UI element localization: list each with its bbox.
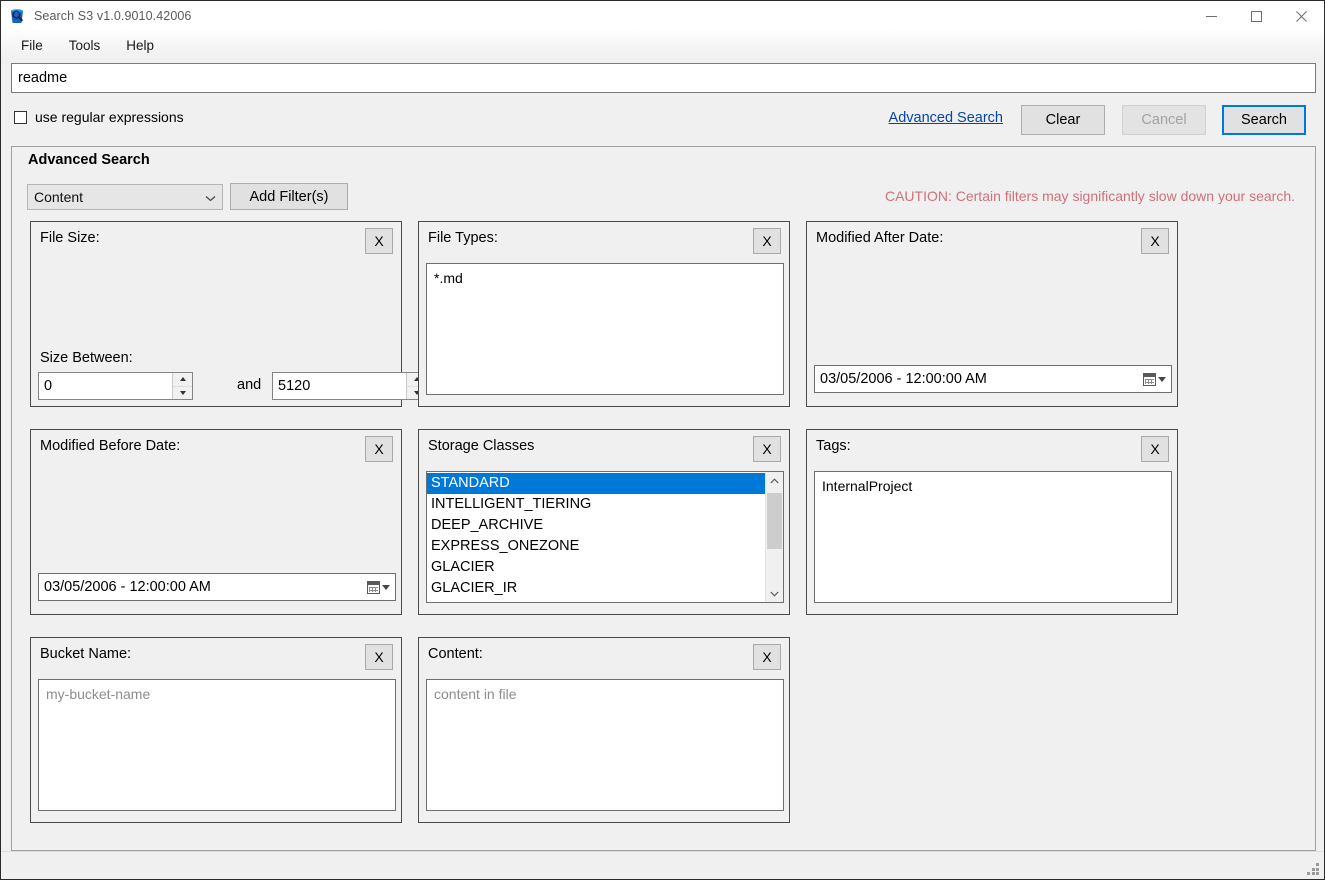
use-regex-checkbox[interactable]: use regular expressions (14, 109, 184, 125)
panel-title-modified-before: Modified Before Date: (40, 438, 181, 454)
filter-panel-modified-before: Modified Before Date: X 03/05/2006 - 12:… (30, 429, 402, 615)
scroll-up-icon[interactable] (766, 472, 783, 489)
storage-classes-scrollbar[interactable] (765, 472, 783, 602)
menu-item-tools[interactable]: Tools (59, 36, 111, 56)
calendar-icon (367, 580, 380, 594)
use-regex-label: use regular expressions (35, 109, 184, 125)
list-item[interactable]: STANDARD (427, 473, 765, 494)
modified-after-date-picker[interactable]: 03/05/2006 - 12:00:00 AM (814, 365, 1172, 393)
filter-panel-content: Content: X content in file (418, 637, 790, 823)
scrollbar-track[interactable] (766, 489, 783, 585)
list-item[interactable]: DEEP_ARCHIVE (427, 515, 765, 536)
remove-filter-modified-after[interactable]: X (1141, 228, 1169, 254)
panel-title-content: Content: (428, 646, 483, 662)
and-label: and (237, 377, 262, 393)
file-size-min-arrows[interactable] (172, 373, 192, 399)
storage-classes-listbox[interactable]: STANDARD INTELLIGENT_TIERING DEEP_ARCHIV… (426, 471, 784, 603)
file-size-max-value: 5120 (278, 378, 311, 394)
calendar-icon (1143, 372, 1156, 386)
app-icon (8, 7, 26, 25)
checkbox-icon (14, 110, 27, 124)
filter-panel-tags: Tags: X InternalProject (806, 429, 1178, 615)
file-types-input[interactable]: *.md (426, 263, 784, 395)
menu-bar: File Tools Help (1, 31, 1324, 61)
remove-filter-file-size[interactable]: X (365, 228, 393, 254)
remove-filter-bucket-name[interactable]: X (365, 644, 393, 670)
file-size-min-value: 0 (44, 378, 53, 394)
panel-title-tags: Tags: (816, 438, 851, 454)
tags-input[interactable]: InternalProject (814, 471, 1172, 603)
resize-grip-icon[interactable] (1307, 863, 1320, 876)
remove-filter-storage-classes[interactable]: X (753, 436, 781, 462)
bucket-name-input[interactable]: my-bucket-name (38, 679, 396, 811)
chevron-down-icon (382, 584, 390, 590)
scroll-down-icon[interactable] (766, 585, 783, 602)
size-between-label: Size Between: (40, 350, 133, 366)
chevron-down-icon (205, 189, 216, 205)
menu-item-help[interactable]: Help (116, 36, 164, 56)
list-item[interactable]: GLACIER_IR (427, 578, 765, 599)
panel-title-modified-after: Modified After Date: (816, 230, 944, 246)
search-options-row: use regular expressions Advanced Search … (11, 104, 1316, 138)
menu-item-file[interactable]: File (11, 36, 53, 56)
title-bar: Search S3 v1.0.9010.42006 (1, 1, 1324, 31)
filter-type-value: Content (34, 189, 84, 205)
filter-panel-bucket-name: Bucket Name: X my-bucket-name (30, 637, 402, 823)
app-window: Search S3 v1.0.9010.42006 File Tools Hel… (0, 0, 1325, 880)
search-input[interactable]: readme (11, 63, 1316, 93)
panel-title-storage-classes: Storage Classes (428, 438, 535, 454)
remove-filter-modified-before[interactable]: X (365, 436, 393, 462)
maximize-button[interactable] (1234, 1, 1279, 31)
list-item[interactable]: INTELLIGENT_TIERING (427, 494, 765, 515)
modified-before-date-value: 03/05/2006 - 12:00:00 AM (44, 579, 211, 595)
add-filters-button[interactable]: Add Filter(s) (230, 183, 348, 210)
chevron-down-icon (1158, 376, 1166, 382)
remove-filter-content[interactable]: X (753, 644, 781, 670)
window-controls (1189, 1, 1324, 31)
filter-panel-modified-after: Modified After Date: X 03/05/2006 - 12:0… (806, 221, 1178, 407)
panel-title-bucket-name: Bucket Name: (40, 646, 132, 662)
advanced-search-link[interactable]: Advanced Search (889, 110, 1003, 126)
minimize-button[interactable] (1189, 1, 1234, 31)
scrollbar-thumb[interactable] (767, 493, 782, 549)
remove-filter-tags[interactable]: X (1141, 436, 1169, 462)
modified-after-date-value: 03/05/2006 - 12:00:00 AM (820, 371, 987, 387)
filter-panel-file-types: File Types: X *.md (418, 221, 790, 407)
list-item[interactable]: GLACIER (427, 557, 765, 578)
filter-panel-file-size: File Size: X Size Between: 0 and 5120 (30, 221, 427, 407)
window-title: Search S3 v1.0.9010.42006 (34, 9, 192, 23)
panel-title-file-types: File Types: (428, 230, 498, 246)
filter-panel-storage-classes: Storage Classes X STANDARD INTELLIGENT_T… (418, 429, 790, 615)
stepper-up-icon[interactable] (173, 373, 192, 387)
file-size-max-stepper[interactable]: 5120 (272, 372, 427, 400)
modified-before-date-picker[interactable]: 03/05/2006 - 12:00:00 AM (38, 573, 396, 601)
remove-filter-file-types[interactable]: X (753, 228, 781, 254)
date-picker-dropdown[interactable] (367, 580, 395, 594)
stepper-down-icon[interactable] (173, 386, 192, 399)
list-item[interactable]: EXPRESS_ONEZONE (427, 536, 765, 557)
content-input[interactable]: content in file (426, 679, 784, 811)
date-picker-dropdown[interactable] (1143, 372, 1171, 386)
caution-text: CAUTION: Certain filters may significant… (884, 188, 1295, 204)
search-button[interactable]: Search (1222, 105, 1306, 135)
status-bar (1, 851, 1324, 879)
advanced-search-group: Advanced Search Content Add Filter(s) CA… (11, 146, 1316, 851)
clear-button[interactable]: Clear (1021, 105, 1105, 135)
file-size-min-stepper[interactable]: 0 (38, 372, 193, 400)
panel-title-file-size: File Size: (40, 230, 100, 246)
storage-classes-items: STANDARD INTELLIGENT_TIERING DEEP_ARCHIV… (427, 472, 765, 602)
cancel-button: Cancel (1122, 105, 1206, 135)
close-button[interactable] (1279, 1, 1324, 31)
advanced-search-title: Advanced Search (28, 152, 150, 168)
filter-type-select[interactable]: Content (27, 184, 223, 210)
